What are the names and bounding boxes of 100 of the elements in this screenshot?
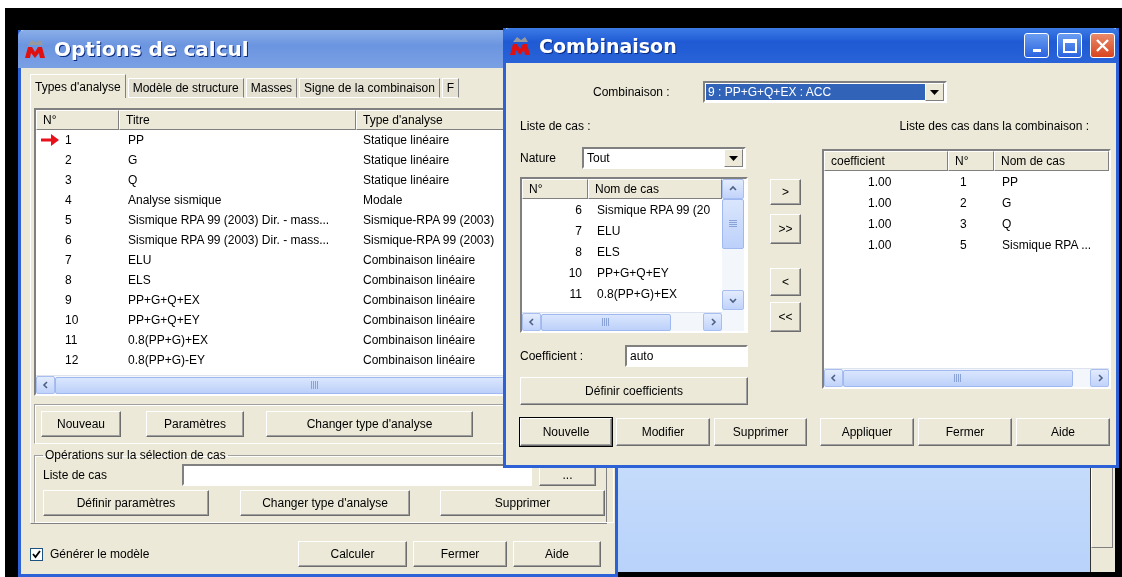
dialog-button[interactable]: Nouvelle [520,418,612,446]
scroll-left-button[interactable] [522,313,541,331]
table-cell: 1.00 [868,195,892,210]
scroll-left-button[interactable] [824,369,843,387]
table-cell: 9 [65,293,72,307]
action-button[interactable]: Fermer [413,541,507,567]
move-button[interactable]: > [770,179,801,205]
table-cell: G [128,153,138,167]
tab[interactable]: Modèle de structure [127,78,244,98]
action-button[interactable]: Paramètres [146,411,244,437]
action-button[interactable]: Nouveau [41,411,121,437]
table-cell: Modale [363,193,403,207]
caret-icon [729,155,738,161]
action-button[interactable]: Définir paramètres [43,490,209,516]
close-icon [1096,39,1109,52]
scroll-up-button[interactable] [722,179,744,199]
grip-icon [954,374,962,382]
dialog-button[interactable]: Appliquer [820,418,914,446]
dropdown-button[interactable] [724,149,743,167]
table-cell: PP+G+Q+EX [128,293,200,307]
action-button[interactable]: Changer type d'analyse [266,411,473,437]
grip-icon [729,220,737,228]
table-cell: 0.8(PP+G)+EX [597,286,678,301]
column-header[interactable]: Nom de cas [994,151,1109,171]
chevron-down-icon [729,296,737,304]
dialog-button[interactable]: Supprimer [714,418,807,446]
column-header[interactable]: N° [522,179,588,199]
table-cell: Sismique-RPA 99 (2003) [363,233,495,247]
nature-select[interactable]: Tout [582,147,746,169]
column-header[interactable]: coefficient [824,151,948,171]
minimize-button[interactable] [1024,33,1049,58]
case-list-field[interactable] [182,464,532,486]
table-cell: 6 [65,233,72,247]
table-cell: PP+G+Q+EY [597,265,669,280]
move-button[interactable]: << [770,302,801,332]
column-header[interactable]: Titre [119,110,356,130]
horizontal-scrollbar[interactable] [824,368,1109,387]
scroll-left-button[interactable] [36,376,55,394]
tab[interactable]: Signe de la combinaison [299,78,440,98]
move-button[interactable]: >> [770,214,801,244]
scroll-right-button[interactable] [1090,369,1109,387]
maximize-icon [1062,38,1077,53]
table-cell: Statique linéaire [363,173,450,187]
table-cell: 1 [65,133,72,147]
table-cell: PP [1002,174,1018,189]
coefficient-field[interactable]: auto [625,345,748,367]
checkbox[interactable] [30,547,43,561]
scroll-thumb[interactable] [541,313,671,331]
table-cell: 7 [65,253,72,267]
table-cell: 5 [960,237,967,252]
table-cell: Q [1002,216,1012,231]
dropdown-button[interactable] [925,83,944,101]
table-cell: 7 [575,223,582,238]
chevron-right-icon [708,318,717,326]
dialog-button[interactable]: Modifier [616,418,710,446]
column-header[interactable]: Nom de cas [588,179,722,199]
dialog-button[interactable]: Aide [1016,418,1110,446]
horizontal-scrollbar[interactable] [522,312,722,331]
table-cell: Q [128,173,138,187]
scroll-down-button[interactable] [722,290,744,310]
checkbox-label: Générer le modèle [50,547,151,561]
column-header[interactable]: N° [948,151,994,171]
table-cell: 8 [575,244,582,259]
maximize-button[interactable] [1057,33,1082,58]
table-cell: Combinaison linéaire [363,253,476,267]
column-header[interactable]: N° [36,110,119,130]
scroll-right-button[interactable] [703,313,722,331]
table-cell: 10 [65,313,79,327]
table-cell: 2 [65,153,72,167]
field-label: Nature [520,151,558,165]
table-cell: Sismique-RPA 99 (2003) [363,213,495,227]
group-title: Opérations sur la sélection de cas [44,448,227,462]
action-button[interactable]: Supprimer [440,490,605,516]
combination-select[interactable]: 9 : PP+G+Q+EX : ACC [703,81,947,103]
table-cell: 0.8(PP+G)+EX [128,333,209,347]
table-cell: 0.8(PP+G)-EY [128,353,206,367]
scroll-thumb[interactable] [843,369,1073,387]
scroll-thumb[interactable] [722,199,744,249]
table-cell: 6 [575,202,582,217]
tab[interactable]: F [441,78,460,98]
table-cell: Combinaison linéaire [363,353,476,367]
field-label: Coefficient : [520,349,585,363]
action-button[interactable]: Aide [513,541,601,567]
table-cell: Sismique RPA 99 (2003) Dir. - mass... [128,233,330,247]
move-button[interactable]: < [770,268,801,296]
table-cell: 12 [65,353,79,367]
table-cell: 2 [960,195,967,210]
vertical-scrollbar[interactable] [722,179,744,331]
close-button[interactable] [1090,33,1115,58]
tab[interactable]: Masses [245,78,298,98]
tab[interactable]: Types d'analyse [30,74,126,98]
table-cell: 1.00 [868,216,892,231]
table-cell: Combinaison linéaire [363,273,476,287]
chevron-up-icon [729,185,737,193]
caret-icon [930,89,939,95]
action-button[interactable]: Calculer [298,541,407,567]
action-button[interactable]: Changer type d'analyse [240,490,410,516]
define-coefficients-button[interactable]: Définir coefficients [520,377,748,405]
dialog-button[interactable]: Fermer [918,418,1012,446]
table-cell: G [1002,195,1012,210]
